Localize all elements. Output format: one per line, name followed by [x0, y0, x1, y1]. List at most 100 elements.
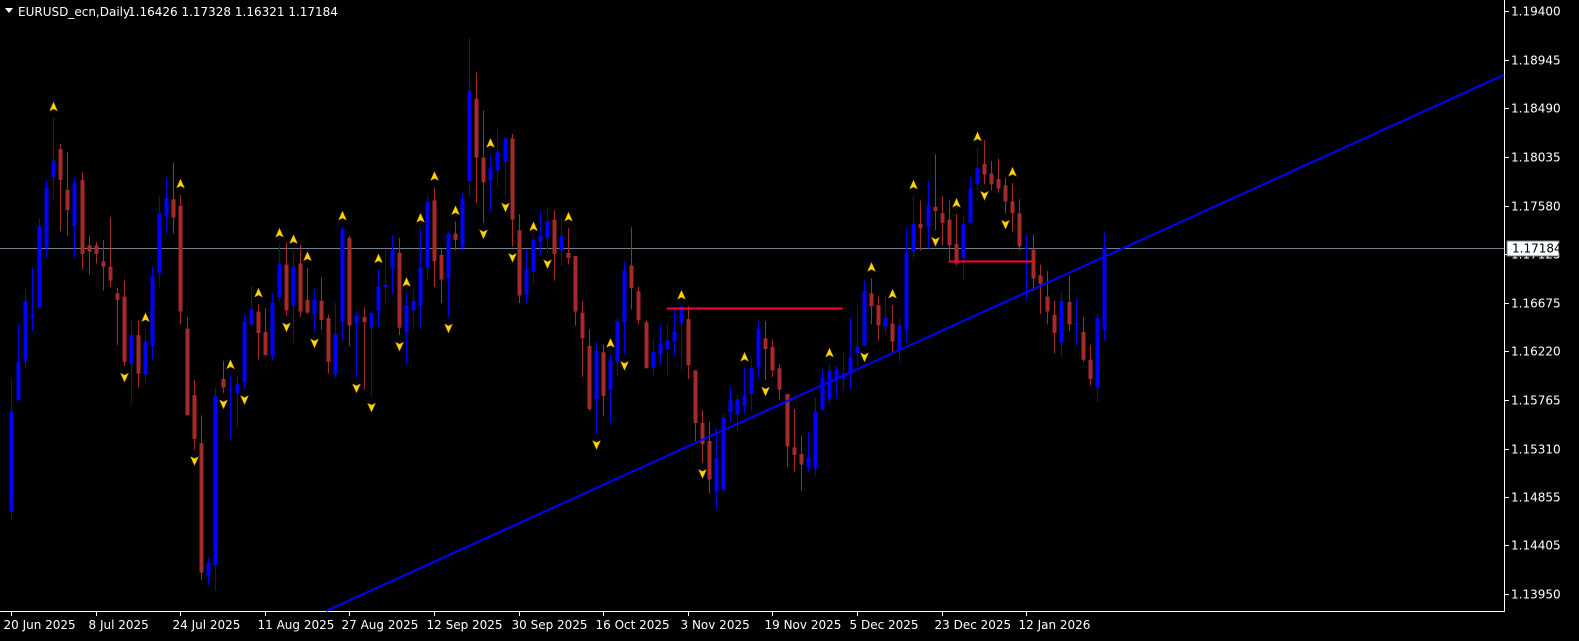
candle-body — [192, 395, 197, 439]
candle-body — [651, 352, 656, 369]
bull-candle[interactable] — [44, 180, 49, 258]
y-tick-label: 1.16675 — [1511, 297, 1561, 311]
chart-window[interactable]: 1.19400 1.18945 1.18490 1.18035 1.17580 1.171… — [0, 0, 1579, 641]
candle-body — [72, 183, 77, 227]
candle-body — [629, 265, 634, 289]
bull-candle[interactable] — [270, 293, 275, 360]
candle-body — [594, 351, 599, 400]
candle-body — [1102, 248, 1107, 330]
candle-body — [277, 264, 282, 298]
candlestick-chart[interactable]: 1.19400 1.18945 1.18490 1.18035 1.17580 1.171… — [0, 0, 1579, 641]
candle-body — [503, 138, 508, 162]
candle-body — [869, 293, 874, 307]
candle-body — [362, 316, 367, 323]
candle-body — [150, 276, 155, 346]
bull-candle[interactable] — [721, 414, 726, 492]
candle-body — [897, 325, 902, 350]
candle-body — [411, 300, 416, 311]
candle-body — [531, 239, 536, 273]
candle-body — [686, 319, 691, 366]
candle-body — [552, 219, 557, 254]
candle-body — [369, 312, 374, 328]
candle-body — [573, 255, 578, 312]
candle-body — [65, 189, 70, 210]
candle-body — [608, 359, 613, 390]
candle-body — [242, 321, 247, 383]
y-tick-label: 1.14405 — [1511, 539, 1561, 553]
candle-body — [975, 168, 980, 185]
candle-body — [728, 400, 733, 413]
candle-body — [488, 168, 493, 181]
candle-body — [883, 318, 888, 327]
x-tick-label: 19 Nov 2025 — [765, 618, 842, 632]
candle-body — [615, 321, 620, 362]
candle-body — [453, 233, 458, 240]
bull-candle[interactable] — [1102, 232, 1107, 341]
candle-body — [206, 562, 211, 576]
candle-body — [129, 335, 134, 365]
bull-candle[interactable] — [37, 218, 42, 309]
candle-body — [672, 331, 677, 342]
candle-body — [157, 213, 162, 274]
current-price-tag: 1.17184 — [1506, 240, 1562, 257]
bear-candle[interactable] — [178, 194, 183, 325]
x-tick-label: 5 Dec 2025 — [850, 618, 919, 632]
y-tick-label: 1.18490 — [1511, 102, 1561, 116]
bear-candle[interactable] — [185, 316, 190, 416]
candle-body — [474, 98, 479, 158]
candle-body — [813, 411, 818, 469]
x-tick-label: 27 Aug 2025 — [342, 618, 419, 632]
candle-body — [213, 396, 218, 566]
candle-body — [763, 338, 768, 350]
candle-body — [376, 286, 381, 311]
x-tick-label: 12 Jan 2026 — [1019, 618, 1091, 632]
candle-body — [439, 254, 444, 280]
candle-body — [171, 199, 176, 218]
y-tick-label: 1.19400 — [1511, 5, 1561, 19]
candle-body — [481, 157, 486, 183]
candle-body — [51, 160, 56, 177]
candle-body — [770, 346, 775, 371]
candle-body — [101, 261, 106, 267]
candle-body — [1024, 247, 1029, 249]
candle-body — [1052, 314, 1057, 333]
candle-body — [312, 299, 317, 314]
candle-body — [319, 300, 324, 321]
bull-candle[interactable] — [150, 266, 155, 360]
candle-body — [940, 213, 945, 223]
bull-candle[interactable] — [213, 387, 218, 591]
chart-header: EURUSD_ecn,Daily 1.16426 1.17328 1.16321… — [5, 5, 338, 19]
bear-candle[interactable] — [636, 286, 641, 325]
candle-body — [658, 343, 663, 354]
candle-body — [820, 377, 825, 411]
candle-body — [115, 293, 120, 300]
candle-body — [326, 318, 331, 362]
candle-body — [961, 223, 966, 259]
candle-body — [432, 200, 437, 262]
bear-candle[interactable] — [644, 320, 649, 369]
y-tick-label: 1.18035 — [1511, 151, 1561, 165]
y-tick-label: 1.15765 — [1511, 394, 1561, 408]
candle-body — [777, 368, 782, 390]
candle-body — [876, 305, 881, 326]
candle-body — [404, 305, 409, 332]
candle-body — [235, 384, 240, 393]
x-tick-label: 3 Nov 2025 — [681, 618, 750, 632]
candle-body — [9, 412, 14, 512]
candle-body — [143, 341, 148, 375]
candle-body — [44, 187, 49, 248]
x-tick-label: 30 Sep 2025 — [512, 618, 588, 632]
bull-candle[interactable] — [460, 192, 465, 251]
candle-body — [354, 315, 359, 324]
candle-body — [756, 328, 761, 368]
candle-body — [517, 230, 522, 296]
bull-candle[interactable] — [242, 314, 247, 389]
candle-body — [601, 352, 606, 397]
x-tick-label: 23 Dec 2025 — [935, 618, 1012, 632]
chart-background — [0, 0, 1579, 641]
candle-body — [122, 296, 127, 362]
bull-candle[interactable] — [425, 196, 430, 280]
y-tick-label: 1.15310 — [1511, 443, 1561, 457]
candle-body — [23, 300, 28, 361]
candle-body — [1045, 296, 1050, 312]
